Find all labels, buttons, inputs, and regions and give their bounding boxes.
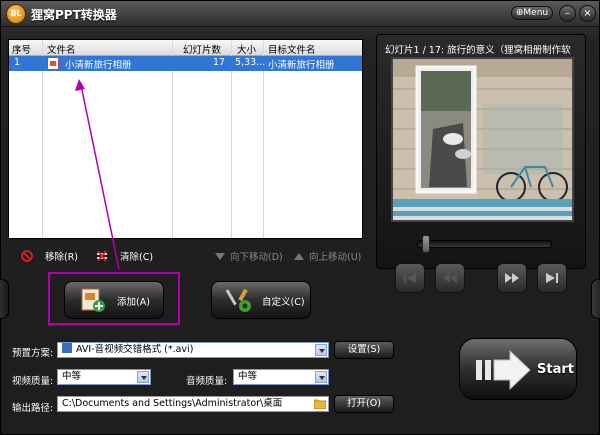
- start-arrow-icon: [476, 350, 531, 390]
- table-row[interactable]: 1 小清新旅行相册 17 5,33... 小清新旅行相册: [9, 56, 362, 71]
- clear-label: 清除(C): [120, 252, 154, 263]
- previous-slide-button[interactable]: [435, 263, 465, 293]
- chevron-down-icon[interactable]: [315, 371, 327, 383]
- row-index: 1: [14, 57, 21, 68]
- audio-quality-label: 音频质量:: [186, 376, 228, 387]
- row-target-name: 小清新旅行相册: [268, 60, 335, 71]
- folder-icon[interactable]: [314, 399, 326, 409]
- start-label: Start: [537, 362, 574, 377]
- add-ppt-icon: [81, 288, 105, 312]
- preview-caption: 幻灯片1 / 17: 旅行的意义（狸窝相册制作软: [385, 45, 571, 56]
- menu-button[interactable]: ⊕Menu: [511, 6, 553, 20]
- remove-label: 移除(R): [45, 252, 79, 263]
- preset-value: AVI-音视频交错格式 (*.avi): [76, 344, 194, 355]
- next-slide-button[interactable]: [497, 263, 527, 293]
- preset-label: 预置方案:: [12, 348, 54, 359]
- output-path-value: C:\Documents and Settings\Administrator\…: [62, 398, 283, 409]
- fast-forward-icon: [505, 273, 519, 283]
- menu-label: Menu: [523, 8, 549, 18]
- app-window: BL 狸窝PPT转换器 ⊕Menu – × 序号 文件名 幻灯片数 大小 目标文…: [0, 0, 600, 435]
- no-entry-icon: [21, 250, 33, 262]
- row-size: 5,33...: [235, 57, 266, 68]
- customize-label: 自定义(C): [262, 297, 305, 308]
- open-folder-button[interactable]: 打开(O): [334, 395, 394, 413]
- arrow-up-icon: [294, 253, 304, 260]
- close-button[interactable]: ×: [579, 5, 596, 22]
- arrow-down-icon: [215, 253, 225, 260]
- file-list-header: 序号 文件名 幻灯片数 大小 目标文件名: [9, 40, 362, 56]
- audio-quality-value: 中等: [238, 371, 258, 382]
- tools-icon: [226, 288, 251, 312]
- add-label: 添加(A): [117, 297, 150, 308]
- audio-quality-select[interactable]: 中等: [233, 369, 329, 385]
- left-side-handle: [0, 279, 9, 319]
- file-list[interactable]: 序号 文件名 幻灯片数 大小 目标文件名 1 小清新旅行相册 17 5,33..…: [8, 39, 363, 239]
- preview-panel: 幻灯片1 / 17: 旅行的意义（狸窝相册制作软: [376, 34, 586, 293]
- clear-list-icon: [97, 250, 107, 262]
- column-header-index[interactable]: 序号: [12, 42, 31, 56]
- column-header-slides[interactable]: 幻灯片数: [183, 42, 221, 56]
- column-header-name[interactable]: 文件名: [47, 42, 76, 56]
- move-down-button[interactable]: 向下移动(D): [214, 249, 283, 263]
- row-slide-count: 17: [213, 57, 226, 68]
- last-slide-button[interactable]: [537, 263, 567, 293]
- remove-button[interactable]: 移除(R): [21, 249, 78, 263]
- video-quality-value: 中等: [62, 371, 82, 382]
- minimize-button[interactable]: –: [559, 5, 576, 22]
- skip-forward-icon: [546, 273, 558, 283]
- skip-back-icon: [404, 273, 416, 283]
- preset-select[interactable]: AVI-音视频交错格式 (*.avi): [57, 342, 329, 358]
- preview-progress-track[interactable]: [417, 240, 552, 248]
- ppt-file-icon: [47, 57, 59, 70]
- row-file-name: 小清新旅行相册: [65, 60, 132, 71]
- output-path-input[interactable]: C:\Documents and Settings\Administrator\…: [57, 396, 329, 412]
- app-logo-icon: BL: [6, 4, 26, 24]
- chevron-down-icon[interactable]: [315, 344, 327, 356]
- start-button[interactable]: Start: [459, 338, 577, 400]
- move-down-label: 向下移动(D): [230, 252, 283, 263]
- output-path-label: 输出路径:: [12, 403, 54, 414]
- column-header-size[interactable]: 大小: [237, 42, 256, 56]
- preset-settings-button[interactable]: 设置(S): [334, 341, 394, 359]
- move-up-label: 向上移动(U): [309, 252, 362, 263]
- video-format-icon: [62, 343, 72, 353]
- clear-button[interactable]: 清除(C): [96, 249, 153, 263]
- video-quality-select[interactable]: 中等: [57, 369, 151, 385]
- slide-preview-image: [391, 57, 574, 222]
- column-header-target[interactable]: 目标文件名: [268, 42, 316, 56]
- rewind-icon: [443, 273, 457, 283]
- first-slide-button[interactable]: [395, 263, 425, 293]
- add-file-button[interactable]: 添加(A): [64, 281, 164, 319]
- window-title: 狸窝PPT转换器: [31, 8, 117, 22]
- customize-button[interactable]: 自定义(C): [211, 281, 311, 319]
- title-bar: BL 狸窝PPT转换器 ⊕Menu – ×: [1, 1, 599, 27]
- video-quality-label: 视频质量:: [12, 376, 54, 387]
- preview-progress-handle[interactable]: [422, 235, 430, 253]
- move-up-button[interactable]: 向上移动(U): [293, 249, 361, 263]
- right-side-handle: [591, 279, 600, 319]
- chevron-down-icon[interactable]: [137, 371, 149, 383]
